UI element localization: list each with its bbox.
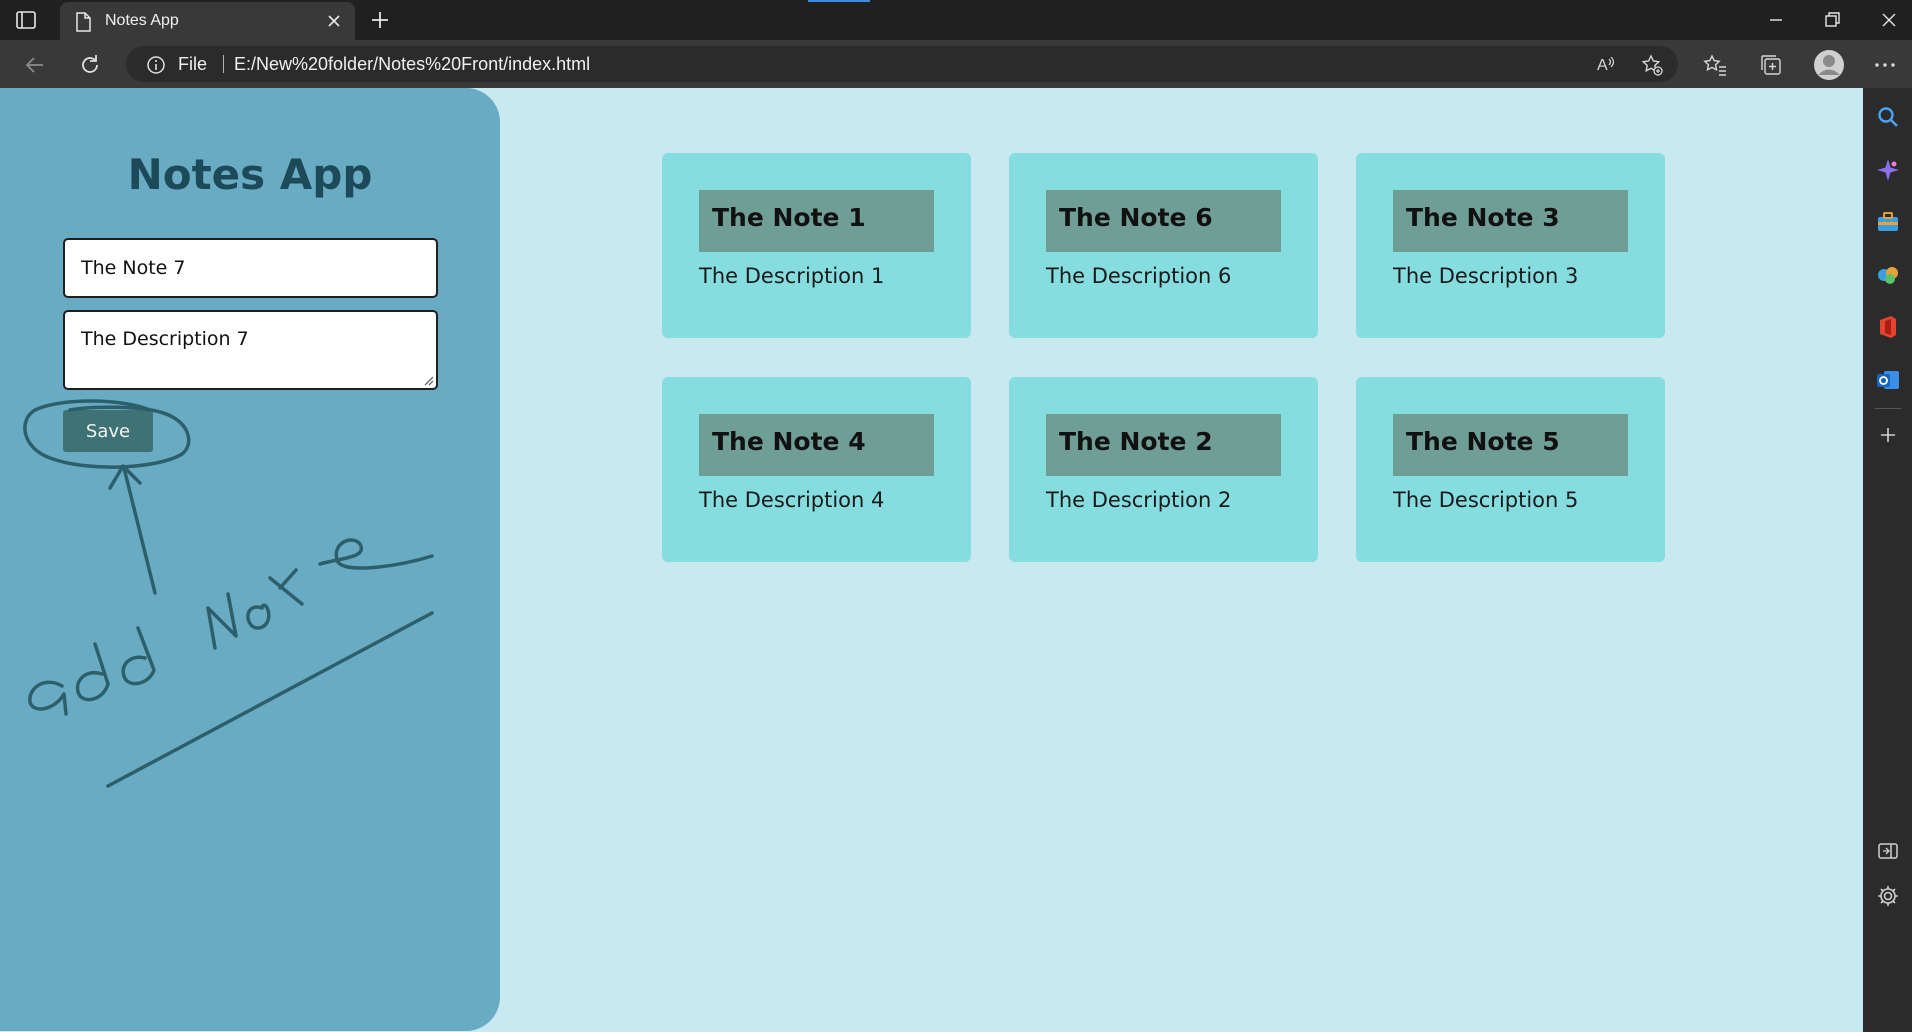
note-title: The Note 2 — [1046, 414, 1281, 476]
note-card[interactable]: The Note 6 The Description 6 — [1009, 153, 1318, 338]
browser-sidebar — [1863, 88, 1912, 1032]
address-bar[interactable]: File E:/New%20folder/Notes%20Front/index… — [126, 46, 1678, 82]
add-sidebar-app-icon[interactable] — [1875, 422, 1901, 448]
browser-toolbar: File E:/New%20folder/Notes%20Front/index… — [0, 40, 1912, 88]
back-button[interactable] — [22, 52, 48, 78]
gear-icon[interactable] — [1875, 883, 1901, 909]
office-icon[interactable] — [1875, 314, 1901, 340]
minimize-icon — [1770, 19, 1782, 21]
tab-drag-indicator — [808, 0, 870, 2]
new-tab-button[interactable] — [368, 8, 394, 32]
collections-icon — [1761, 55, 1781, 75]
page-viewport: Notes App The Description 7 Save — [0, 88, 1863, 1032]
close-icon — [1882, 13, 1896, 27]
note-title: The Note 6 — [1046, 190, 1281, 252]
add-favorite-icon[interactable] — [1640, 53, 1664, 77]
more-icon — [1875, 63, 1895, 67]
search-icon[interactable] — [1875, 104, 1901, 130]
tab-actions-button[interactable] — [14, 8, 46, 32]
note-form-panel: Notes App The Description 7 Save — [0, 88, 500, 1031]
games-icon[interactable] — [1875, 262, 1901, 288]
close-window-button[interactable] — [1877, 8, 1901, 32]
profile-button[interactable] — [1813, 49, 1845, 81]
annotation-underline — [106, 611, 434, 788]
refresh-button[interactable] — [77, 52, 103, 78]
collections-button[interactable] — [1758, 52, 1784, 78]
note-description: The Description 5 — [1393, 488, 1579, 512]
svg-text:A: A — [1597, 57, 1608, 74]
restore-icon — [1825, 12, 1840, 27]
info-icon[interactable] — [146, 55, 166, 75]
browser-title-bar: Notes App — [0, 0, 1912, 40]
note-card[interactable]: The Note 5 The Description 5 — [1356, 377, 1665, 562]
favorites-button[interactable] — [1702, 52, 1728, 78]
page-icon — [76, 12, 91, 32]
browser-tab[interactable]: Notes App — [60, 2, 355, 40]
note-card[interactable]: The Note 4 The Description 4 — [662, 377, 971, 562]
minimize-button[interactable] — [1764, 8, 1788, 32]
note-description: The Description 4 — [699, 488, 885, 512]
annotation-arrow — [122, 466, 157, 595]
annotation-handwriting — [28, 538, 434, 716]
outlook-icon[interactable] — [1875, 367, 1901, 393]
note-title: The Note 5 — [1393, 414, 1628, 476]
settings-more-button[interactable] — [1872, 52, 1898, 78]
refresh-icon — [82, 55, 98, 73]
read-aloud-icon[interactable]: A — [1595, 53, 1617, 75]
favorites-icon — [1703, 54, 1726, 76]
note-description: The Description 6 — [1046, 264, 1232, 288]
note-title: The Note 3 — [1393, 190, 1628, 252]
hide-sidebar-icon[interactable] — [1875, 838, 1901, 864]
tab-title: Notes App — [105, 12, 179, 29]
handwritten-annotation — [23, 399, 434, 788]
sidebar-separator — [1875, 408, 1901, 409]
url-text[interactable]: E:/New%20folder/Notes%20Front/index.html — [234, 54, 590, 75]
close-tab-icon[interactable] — [325, 12, 343, 30]
copilot-icon[interactable] — [1875, 157, 1901, 183]
annotation-circle — [23, 399, 191, 469]
note-title: The Note 1 — [699, 190, 934, 252]
back-arrow-icon — [25, 57, 43, 73]
note-description: The Description 3 — [1393, 264, 1579, 288]
note-description: The Description 1 — [699, 264, 885, 288]
note-description: The Description 2 — [1046, 488, 1232, 512]
plus-icon — [372, 12, 388, 28]
tab-actions-icon — [16, 11, 36, 29]
note-title: The Note 4 — [699, 414, 934, 476]
note-card[interactable]: The Note 1 The Description 1 — [662, 153, 971, 338]
restore-button[interactable] — [1820, 8, 1844, 32]
address-separator — [223, 55, 224, 73]
tools-icon[interactable] — [1875, 209, 1901, 235]
note-card[interactable]: The Note 3 The Description 3 — [1356, 153, 1665, 338]
note-card[interactable]: The Note 2 The Description 2 — [1009, 377, 1318, 562]
file-scheme-label: File — [178, 54, 208, 74]
avatar-icon — [1814, 50, 1844, 80]
